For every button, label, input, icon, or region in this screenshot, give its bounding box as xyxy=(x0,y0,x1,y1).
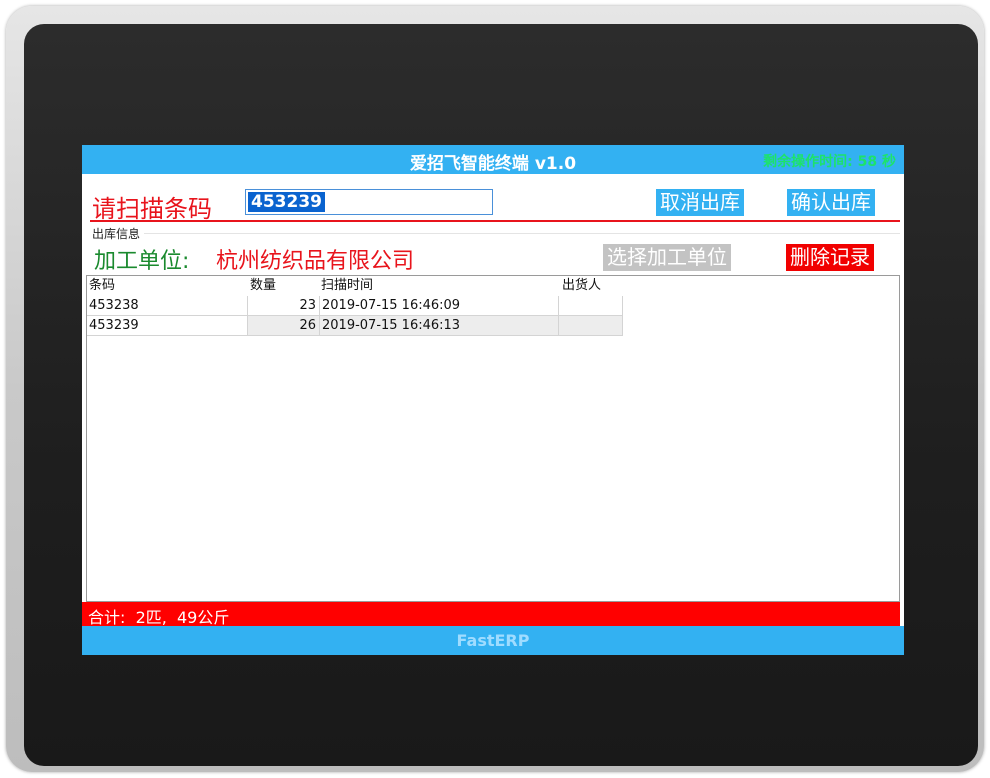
grid-line xyxy=(319,296,320,336)
barcode-value[interactable]: 453239 xyxy=(248,192,325,212)
cell-shipper xyxy=(559,316,622,336)
cell-barcode: 453238 xyxy=(89,298,139,313)
grid-line xyxy=(87,335,623,336)
terminal-screen: 爱招飞智能终端 v1.0 剩余操作时间: 58 秒 请扫描条码 453239 取… xyxy=(82,145,904,655)
outbound-info-label: 出库信息 xyxy=(92,227,141,241)
brand-label: FastERP xyxy=(456,631,530,650)
header-quantity[interactable]: 数量 xyxy=(250,276,319,296)
header-shipper[interactable]: 出货人 xyxy=(562,276,622,296)
cell-scan-time: 2019-07-15 16:46:09 xyxy=(322,298,461,313)
scan-records-table[interactable]: 条码 数量 扫描时间 出货人 453238 23 2019-07-15 16:4… xyxy=(86,275,900,602)
processing-unit-value: 杭州纺织品有限公司 xyxy=(216,249,415,274)
cell-quantity: 26 xyxy=(299,318,316,333)
grid-line xyxy=(247,296,248,336)
barcode-input[interactable]: 453239 xyxy=(245,189,493,215)
title-bar: 爱招飞智能终端 v1.0 剩余操作时间: 58 秒 xyxy=(82,145,904,174)
delete-record-button[interactable]: 删除记录 xyxy=(786,244,874,271)
cell-quantity: 23 xyxy=(299,298,316,313)
cell-barcode: 453239 xyxy=(87,316,247,336)
divider xyxy=(90,220,900,222)
brand-bar: FastERP xyxy=(82,626,904,655)
grid-line xyxy=(87,315,623,316)
header-scan-time[interactable]: 扫描时间 xyxy=(321,276,559,296)
cell-shipper xyxy=(559,296,622,316)
cancel-outbound-button[interactable]: 取消出库 xyxy=(656,189,744,216)
summary-bar: 合计: 2匹, 49公斤 xyxy=(82,602,900,627)
confirm-outbound-button[interactable]: 确认出库 xyxy=(787,189,875,216)
select-unit-button[interactable]: 选择加工单位 xyxy=(603,244,731,271)
processing-unit-label: 加工单位: xyxy=(94,249,190,274)
table-row[interactable]: 453238 23 2019-07-15 16:46:09 xyxy=(87,296,623,316)
summary-text: 合计: 2匹, 49公斤 xyxy=(88,608,230,627)
scan-label: 请扫描条码 xyxy=(92,195,212,223)
grid-line xyxy=(622,296,623,336)
header-barcode[interactable]: 条码 xyxy=(89,276,249,296)
table-row[interactable]: 453239 26 2019-07-15 16:46:13 xyxy=(87,316,623,336)
session-timer: 剩余操作时间: 58 秒 xyxy=(763,154,896,170)
grid-line xyxy=(558,296,559,336)
group-divider xyxy=(144,233,900,234)
cell-scan-time: 2019-07-15 16:46:13 xyxy=(322,318,461,333)
